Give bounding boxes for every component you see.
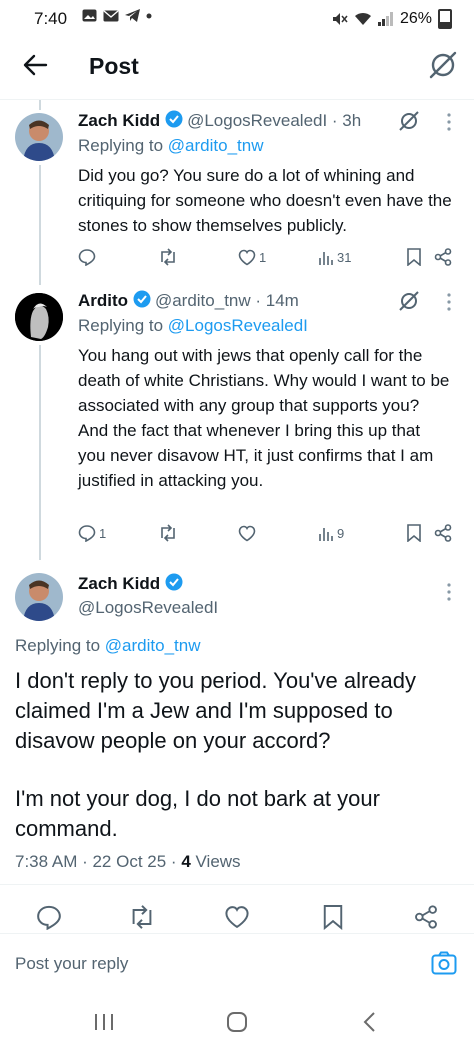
reply-icon	[78, 249, 96, 266]
reply-icon[interactable]	[36, 904, 62, 930]
avatar[interactable]	[15, 113, 63, 161]
post-timestamp: 7:38 AM · 22 Oct 25 ·	[15, 852, 182, 871]
battery-icon	[438, 9, 452, 29]
grok-icon[interactable]	[398, 110, 420, 132]
reply-icon	[78, 525, 96, 542]
gallery-icon	[82, 9, 97, 22]
avatar[interactable]	[15, 293, 63, 341]
repost-icon	[161, 248, 175, 266]
verified-badge-icon	[133, 290, 150, 308]
author-name[interactable]: Ardito	[78, 291, 128, 310]
camera-icon[interactable]	[431, 951, 457, 975]
grok-icon[interactable]	[398, 290, 420, 312]
more-options-icon[interactable]	[446, 582, 452, 602]
main-action-bar	[0, 900, 474, 936]
tweet-text: You hang out with jews that openly call …	[78, 346, 450, 490]
mute-icon	[332, 13, 348, 25]
reply-to-link[interactable]: @LogosRevealedI	[168, 316, 308, 335]
heart-icon	[238, 525, 256, 541]
action-bar: 1 31	[78, 248, 458, 266]
post-metadata: 7:38 AM · 22 Oct 25 · 4 Views	[15, 852, 241, 872]
tweet-item[interactable]: Ardito @ardito_tnw · 14m Replying to @Lo…	[0, 288, 474, 558]
dot-icon	[146, 13, 152, 18]
mail-icon	[103, 9, 119, 21]
heart-icon[interactable]	[224, 905, 250, 929]
author-handle[interactable]: @LogosRevealedI	[78, 598, 218, 618]
divider	[0, 884, 474, 885]
reply-to-link[interactable]: @ardito_tnw	[105, 636, 201, 655]
bookmark-icon[interactable]	[406, 524, 422, 542]
share-icon[interactable]	[434, 248, 452, 266]
reply-button[interactable]	[78, 248, 158, 266]
bookmark-icon[interactable]	[406, 248, 422, 266]
like-button[interactable]	[238, 525, 318, 542]
author-handle[interactable]: @ardito_tnw · 14m	[155, 291, 299, 310]
replying-to: Replying to @ardito_tnw	[15, 636, 201, 655]
back-icon[interactable]	[362, 1012, 378, 1032]
repost-icon[interactable]	[128, 904, 156, 930]
grok-icon[interactable]	[428, 50, 458, 80]
views-chart-icon	[319, 252, 333, 265]
status-bar: 7:40 26%	[0, 0, 474, 40]
author-name[interactable]: Zach Kidd	[78, 574, 160, 593]
author-handle[interactable]: @LogosRevealedI · 3h	[187, 111, 361, 130]
share-icon[interactable]	[434, 524, 452, 542]
views-chart-icon	[319, 528, 333, 541]
back-arrow-icon[interactable]	[20, 50, 50, 80]
recent-apps-icon[interactable]	[93, 1012, 115, 1032]
repost-button[interactable]	[158, 248, 238, 266]
notification-icons	[82, 9, 152, 22]
reply-input[interactable]: Post your reply	[15, 954, 128, 974]
signal-icon	[377, 12, 393, 26]
wifi-icon	[354, 12, 371, 25]
battery-level: 26%	[399, 10, 432, 27]
reply-to-link[interactable]: @ardito_tnw	[168, 136, 264, 155]
home-icon[interactable]	[226, 1012, 248, 1032]
like-button[interactable]: 1	[238, 249, 318, 266]
more-options-icon[interactable]	[446, 292, 452, 312]
status-time: 7:40	[34, 9, 68, 28]
divider	[0, 933, 474, 934]
tweet-text: Did you go? You sure do a lot of whining…	[78, 166, 452, 235]
reply-button[interactable]: 1	[78, 524, 158, 542]
verified-badge-icon	[165, 110, 183, 128]
replying-to: Replying to @ardito_tnw	[78, 136, 264, 155]
page-title: Post	[89, 53, 139, 79]
views-button[interactable]: 9	[318, 525, 398, 541]
avatar[interactable]	[15, 573, 63, 621]
replying-to: Replying to @LogosRevealedI	[78, 316, 308, 335]
telegram-icon	[125, 9, 140, 22]
main-post: Zach Kidd @LogosRevealedI Replying to @a…	[0, 568, 474, 898]
more-options-icon[interactable]	[446, 112, 452, 132]
action-bar: 1 9	[78, 524, 458, 542]
header-divider	[0, 99, 474, 100]
bookmark-icon[interactable]	[322, 904, 344, 930]
tweet-item[interactable]: Zach Kidd @LogosRevealedI · 3h Replying …	[0, 108, 474, 280]
system-status: 26%	[332, 9, 452, 29]
author-name[interactable]: Zach Kidd	[78, 111, 160, 130]
post-text: I'm not your dog, I do not bark at your …	[15, 786, 380, 841]
views-button[interactable]: 31	[318, 249, 398, 265]
share-icon[interactable]	[414, 904, 438, 930]
system-nav-bar	[0, 990, 474, 1053]
repost-button[interactable]	[158, 524, 238, 542]
views-label: Views	[190, 852, 241, 871]
post-text: I don't reply to you period. You've alre…	[15, 668, 417, 753]
repost-icon	[161, 524, 175, 542]
verified-badge-icon	[165, 573, 183, 591]
heart-icon	[238, 249, 256, 265]
views-count: 4	[181, 852, 191, 871]
